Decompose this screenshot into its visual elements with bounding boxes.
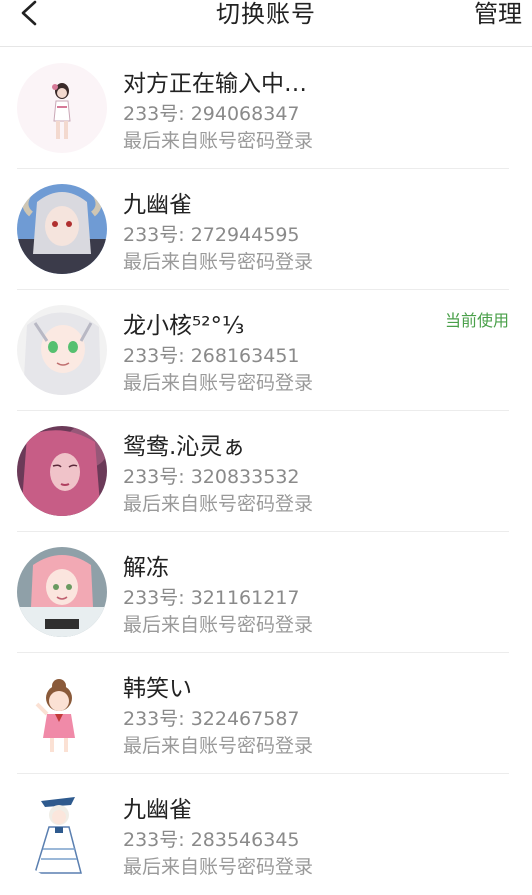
avatar — [17, 789, 107, 879]
login-method: 最后来自账号密码登录 — [123, 372, 314, 394]
account-item[interactable]: 鸳鸯.沁灵ぁ 233号: 320833532 最后来自账号密码登录 — [17, 411, 509, 532]
account-list: 对方正在输入中… 233号: 294068347 最后来自账号密码登录 九幽雀 … — [0, 48, 532, 895]
page-title: 切换账号 — [216, 0, 316, 28]
login-method: 最后来自账号密码登录 — [123, 493, 314, 515]
avatar — [17, 426, 107, 516]
account-name: 对方正在输入中… — [123, 71, 307, 97]
account-item[interactable]: 解冻 233号: 321161217 最后来自账号密码登录 — [17, 532, 509, 653]
account-id: 233号: 268163451 — [123, 345, 300, 367]
account-id: 233号: 320833532 — [123, 466, 300, 488]
account-name: 韩笑い — [123, 676, 192, 702]
avatar — [17, 668, 107, 758]
account-name: 龙小核⁵²°⅓ — [123, 313, 245, 339]
account-id: 233号: 272944595 — [123, 224, 300, 246]
account-item[interactable]: 九幽雀 233号: 283546345 最后来自账号密码登录 — [17, 774, 509, 895]
login-method: 最后来自账号密码登录 — [123, 735, 314, 757]
avatar — [17, 547, 107, 637]
avatar — [17, 63, 107, 153]
account-item[interactable]: 对方正在输入中… 233号: 294068347 最后来自账号密码登录 — [17, 48, 509, 169]
avatar — [17, 305, 107, 395]
manage-button[interactable]: 管理 — [474, 0, 522, 29]
account-name: 九幽雀 — [123, 192, 192, 218]
login-method: 最后来自账号密码登录 — [123, 856, 314, 878]
account-item[interactable]: 九幽雀 233号: 272944595 最后来自账号密码登录 — [17, 169, 509, 290]
current-account-badge: 当前使用 — [444, 311, 509, 330]
account-id: 233号: 322467587 — [123, 708, 300, 730]
login-method: 最后来自账号密码登录 — [123, 251, 314, 273]
account-item[interactable]: 韩笑い 233号: 322467587 最后来自账号密码登录 — [17, 653, 509, 774]
account-item[interactable]: 龙小核⁵²°⅓ 233号: 268163451 最后来自账号密码登录 当前使用 — [17, 290, 509, 411]
account-id: 233号: 294068347 — [123, 103, 300, 125]
account-id: 233号: 321161217 — [123, 587, 300, 609]
login-method: 最后来自账号密码登录 — [123, 614, 314, 636]
account-id: 233号: 283546345 — [123, 829, 300, 851]
avatar — [17, 184, 107, 274]
account-name: 九幽雀 — [123, 797, 192, 823]
account-name: 解冻 — [123, 555, 169, 581]
account-name: 鸳鸯.沁灵ぁ — [123, 434, 246, 460]
top-navigation-bar: 切换账号 管理 — [0, 0, 532, 47]
login-method: 最后来自账号密码登录 — [123, 130, 314, 152]
